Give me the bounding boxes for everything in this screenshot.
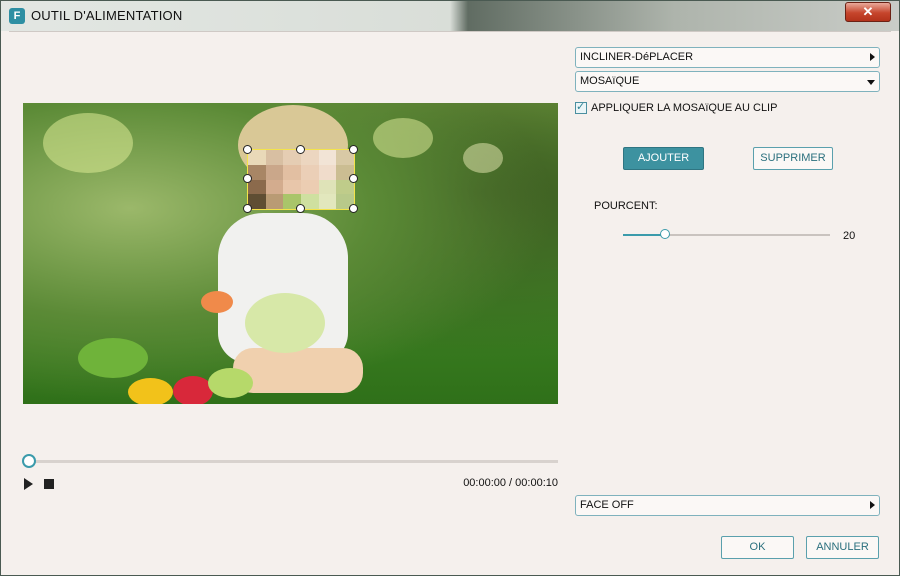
vegetable <box>208 368 253 398</box>
percent-slider-thumb[interactable] <box>660 229 671 239</box>
mosaic-cell <box>265 150 284 165</box>
background-bokeh <box>463 143 503 173</box>
stop-icon[interactable] <box>44 479 54 489</box>
time-display: 00:00:00 / 00:00:10 <box>463 477 558 489</box>
title-bar: F OUTIL D'ALIMENTATION ✕ <box>1 1 899 31</box>
face-off-dropdown[interactable]: FACE OFF <box>575 495 880 516</box>
cabbage <box>245 293 325 353</box>
vegetable <box>78 338 148 378</box>
apply-to-clip-row[interactable]: APPLIQUER LA MOSAïQUE AU CLIP <box>575 100 778 115</box>
resize-handle[interactable] <box>349 145 358 154</box>
video-preview[interactable] <box>23 103 558 404</box>
mosaic-cell <box>283 164 301 180</box>
effect-select-value: MOSAïQUE <box>580 75 640 87</box>
mosaic-cell <box>300 179 319 195</box>
background-bokeh <box>373 118 433 158</box>
child-legs <box>233 348 363 393</box>
percent-value: 20 <box>843 230 856 242</box>
app-icon: F <box>9 8 25 24</box>
resize-handle[interactable] <box>243 145 252 154</box>
mosaic-cell <box>318 194 337 209</box>
delete-button[interactable]: SUPPRIMER <box>753 147 833 170</box>
mosaic-cell <box>318 150 337 165</box>
window-title: OUTIL D'ALIMENTATION <box>31 8 183 23</box>
play-icon[interactable] <box>24 478 33 490</box>
power-tool-dialog: F OUTIL D'ALIMENTATION ✕ 00:00:00 / 00:0… <box>0 0 900 576</box>
background-bokeh <box>43 113 133 173</box>
vegetable <box>173 376 213 404</box>
close-button[interactable]: ✕ <box>845 2 891 22</box>
apply-to-clip-checkbox[interactable] <box>575 100 587 115</box>
tilt-shift-label: INCLINER-DéPLACER <box>580 51 694 63</box>
resize-handle[interactable] <box>296 204 305 213</box>
mosaic-cell <box>300 164 319 180</box>
resize-handle[interactable] <box>349 204 358 213</box>
mosaic-cell <box>265 179 284 195</box>
chevron-right-icon <box>870 53 875 61</box>
tilt-shift-dropdown[interactable]: INCLINER-DéPLACER <box>575 47 880 68</box>
mosaic-cell <box>318 164 337 180</box>
mosaic-region[interactable] <box>247 149 355 210</box>
mosaic-cell <box>283 179 301 195</box>
timeline-track[interactable] <box>29 460 558 463</box>
cancel-button[interactable]: ANNULER <box>806 536 879 559</box>
resize-handle[interactable] <box>243 204 252 213</box>
chevron-down-icon <box>867 80 875 85</box>
playhead-handle[interactable] <box>22 454 36 468</box>
ok-button[interactable]: OK <box>721 536 794 559</box>
percent-slider-fill <box>623 234 665 236</box>
mosaic-cell <box>265 194 284 209</box>
face-off-label: FACE OFF <box>580 499 634 511</box>
resize-handle[interactable] <box>243 174 252 183</box>
resize-handle[interactable] <box>296 145 305 154</box>
mosaic-cell <box>265 164 284 180</box>
chevron-right-icon <box>870 501 875 509</box>
resize-handle[interactable] <box>349 174 358 183</box>
add-button[interactable]: AJOUTER <box>623 147 704 170</box>
effect-select[interactable]: MOSAïQUE <box>575 71 880 92</box>
dialog-body: 00:00:00 / 00:00:10 INCLINER-DéPLACER MO… <box>9 31 891 568</box>
vegetable <box>201 291 233 313</box>
mosaic-cell <box>318 179 337 195</box>
percent-label: POURCENT: <box>594 200 658 212</box>
vegetable <box>128 378 173 404</box>
apply-to-clip-label: APPLIQUER LA MOSAïQUE AU CLIP <box>591 102 778 114</box>
